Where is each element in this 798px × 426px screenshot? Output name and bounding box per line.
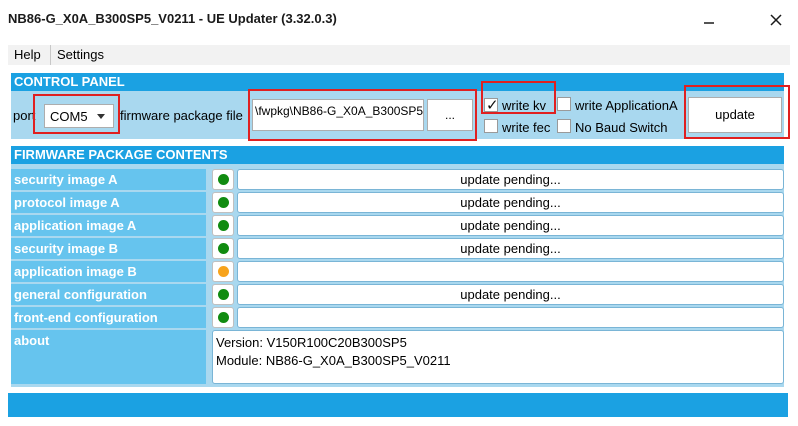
status-indicator	[212, 215, 234, 236]
status-dot-icon	[218, 243, 229, 254]
firmware-contents-header: FIRMWARE PACKAGE CONTENTS	[11, 146, 784, 164]
about-version: Version: V150R100C20B300SP5	[216, 335, 407, 350]
write-application-checkbox[interactable]	[557, 97, 571, 111]
firmware-row-label: front-end configuration	[11, 307, 206, 328]
firmware-row-label: application image A	[11, 215, 206, 236]
firmware-row-status	[237, 307, 784, 328]
firmware-row-status	[237, 261, 784, 282]
status-indicator	[212, 238, 234, 259]
no-baud-switch-label: No Baud Switch	[575, 120, 668, 135]
browse-button[interactable]: ...	[427, 99, 473, 131]
no-baud-switch-checkbox[interactable]	[557, 119, 571, 133]
menu-bar: Help Settings	[8, 45, 790, 65]
status-indicator	[212, 284, 234, 305]
window-title: NB86-G_X0A_B300SP5_V0211 - UE Updater (3…	[8, 11, 337, 26]
about-module: Module: NB86-G_X0A_B300SP5_V0211	[216, 353, 451, 368]
firmware-row-label: application image B	[11, 261, 206, 282]
update-button[interactable]: update	[688, 97, 782, 133]
write-kv-label: write kv	[502, 98, 547, 113]
about-label: about	[11, 330, 206, 384]
status-indicator	[212, 192, 234, 213]
write-fec-checkbox[interactable]	[484, 119, 498, 133]
status-indicator	[212, 307, 234, 328]
status-dot-icon	[218, 266, 229, 277]
minimize-icon[interactable]	[696, 7, 722, 33]
status-dot-icon	[218, 220, 229, 231]
firmware-row-status: update pending...	[237, 192, 784, 213]
write-fec-label: write fec	[502, 120, 551, 135]
chevron-down-icon	[97, 114, 105, 119]
close-icon[interactable]	[763, 7, 789, 33]
status-dot-icon	[218, 312, 229, 323]
write-kv-checkbox[interactable]: ✓	[484, 97, 499, 114]
status-indicator	[212, 261, 234, 282]
title-bar: NB86-G_X0A_B300SP5_V0211 - UE Updater (3…	[0, 0, 798, 40]
firmware-row-status: update pending...	[237, 169, 784, 190]
status-dot-icon	[218, 174, 229, 185]
status-dot-icon	[218, 197, 229, 208]
menu-settings[interactable]: Settings	[50, 45, 110, 65]
port-value: COM5	[50, 109, 88, 124]
firmware-row-status: update pending...	[237, 215, 784, 236]
firmware-row-label: protocol image A	[11, 192, 206, 213]
control-panel-header: CONTROL PANEL	[11, 73, 784, 91]
firmware-row-status: update pending...	[237, 238, 784, 259]
firmware-row-label: security image A	[11, 169, 206, 190]
port-label: port	[13, 108, 36, 123]
status-bar	[8, 393, 788, 417]
about-box: Version: V150R100C20B300SP5 Module: NB86…	[212, 330, 784, 384]
firmware-package-label: firmware package file	[120, 108, 243, 123]
status-indicator	[212, 169, 234, 190]
write-application-label: write ApplicationA	[575, 98, 678, 113]
menu-help[interactable]: Help	[8, 45, 47, 65]
firmware-row-label: security image B	[11, 238, 206, 259]
checkmark-icon: ✓	[486, 97, 499, 114]
firmware-row-status: update pending...	[237, 284, 784, 305]
status-dot-icon	[218, 289, 229, 300]
firmware-package-input[interactable]: \fwpkg\NB86-G_X0A_B300SP5	[252, 99, 424, 131]
port-select[interactable]: COM5	[44, 104, 114, 128]
firmware-row-label: general configuration	[11, 284, 206, 305]
